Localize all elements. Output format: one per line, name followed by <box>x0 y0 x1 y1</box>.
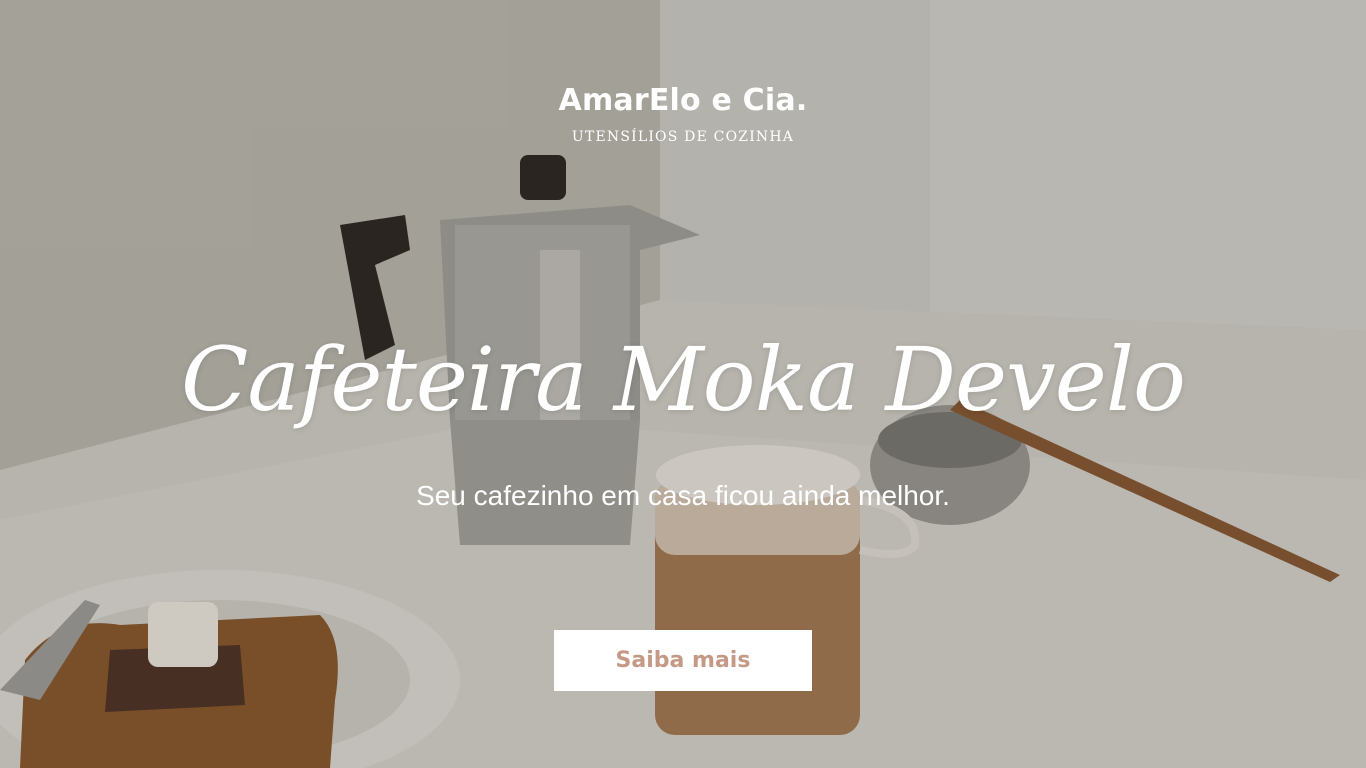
saiba-mais-button[interactable]: Saiba mais <box>554 630 812 691</box>
hero-subtitle: Seu cafezinho em casa ficou ainda melhor… <box>416 480 950 511</box>
brand-tagline: UTENSÍLIOS DE COZINHA <box>571 129 795 145</box>
brand-logo[interactable]: AmarElo e Cia. UTENSÍLIOS DE COZINHA <box>0 82 1366 146</box>
hero-headline: Cafeteira Moka Develo <box>181 328 1186 431</box>
brand-name: AmarElo e Cia. <box>558 83 808 118</box>
hero-section: AmarElo e Cia. UTENSÍLIOS DE COZINHA Caf… <box>0 0 1366 768</box>
